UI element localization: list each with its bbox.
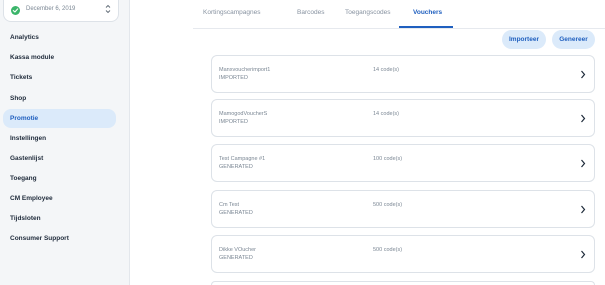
voucher-status: IMPORTED — [219, 119, 248, 125]
voucher-name: Manxvoucherimport1 — [219, 67, 271, 73]
sidebar: December 6, 2019 Analytics Kassa module … — [0, 0, 130, 285]
chevron-right-icon[interactable] — [580, 159, 586, 168]
voucher-status: IMPORTED — [219, 75, 248, 81]
date-selector[interactable]: December 6, 2019 — [3, 0, 119, 22]
tab-kortingscampagnes[interactable]: Kortingscampagnes — [203, 9, 260, 16]
voucher-card[interactable]: Dikke VOucher GENERATED 500 code(s) — [211, 235, 595, 273]
sidebar-item-tijdsloten[interactable]: Tijdsloten — [3, 209, 116, 228]
sidebar-item-instellingen[interactable]: Instellingen — [3, 129, 116, 148]
sidebar-item-consumer-support[interactable]: Consumer Support — [3, 229, 116, 248]
voucher-name: Test Campagne #1 — [219, 156, 266, 162]
voucher-card[interactable]: Manxvoucherimport1 IMPORTED 14 code(s) — [211, 55, 595, 93]
voucher-card[interactable]: Cm Test GENERATED 500 code(s) — [211, 190, 595, 228]
voucher-code-count: 500 code(s) — [373, 247, 403, 253]
voucher-name: Cm Test — [219, 202, 240, 208]
voucher-code-count: 14 code(s) — [373, 111, 399, 117]
tab-toegangscodes[interactable]: Toegangscodes — [345, 9, 391, 16]
generate-button[interactable]: Genereer — [552, 30, 595, 49]
check-circle-icon — [11, 6, 20, 15]
voucher-code-count: 500 code(s) — [373, 202, 403, 208]
sidebar-item-promotie[interactable]: Promotie — [3, 109, 116, 128]
voucher-status: GENERATED — [219, 255, 253, 261]
sidebar-item-kassa-module[interactable]: Kassa module — [3, 48, 116, 67]
tab-barcodes[interactable]: Barcodes — [297, 9, 324, 16]
sidebar-item-toegang[interactable]: Toegang — [3, 169, 116, 188]
sidebar-item-shop[interactable]: Shop — [3, 89, 116, 108]
sidebar-item-gastenlijst[interactable]: Gastenlijst — [3, 149, 116, 168]
voucher-code-count: 14 code(s) — [373, 67, 399, 73]
app-window: December 6, 2019 Analytics Kassa module … — [0, 0, 605, 285]
tab-vouchers[interactable]: Vouchers — [413, 9, 442, 16]
sidebar-item-cm-employee[interactable]: CM Employee — [3, 189, 116, 208]
import-button[interactable]: Importeer — [502, 30, 546, 49]
voucher-code-count: 100 code(s) — [373, 156, 403, 162]
sidebar-item-analytics[interactable]: Analytics — [3, 28, 116, 47]
voucher-status: GENERATED — [219, 164, 253, 170]
voucher-card-partial — [211, 281, 595, 285]
chevron-up-down-icon — [105, 4, 111, 14]
voucher-name: MamogodVoucherS — [219, 111, 268, 117]
voucher-status: GENERATED — [219, 210, 253, 216]
sidebar-item-tickets[interactable]: Tickets — [3, 68, 116, 87]
active-tab-indicator — [399, 26, 453, 28]
chevron-right-icon[interactable] — [580, 114, 586, 123]
chevron-right-icon[interactable] — [580, 70, 586, 79]
selected-date: December 6, 2019 — [26, 6, 76, 12]
chevron-right-icon[interactable] — [580, 205, 586, 214]
voucher-name: Dikke VOucher — [219, 247, 256, 253]
chevron-right-icon[interactable] — [580, 250, 586, 259]
voucher-card[interactable]: MamogodVoucherS IMPORTED 14 code(s) — [211, 99, 595, 137]
tabs-divider — [193, 28, 605, 29]
voucher-card[interactable]: Test Campagne #1 GENERATED 100 code(s) — [211, 144, 595, 182]
